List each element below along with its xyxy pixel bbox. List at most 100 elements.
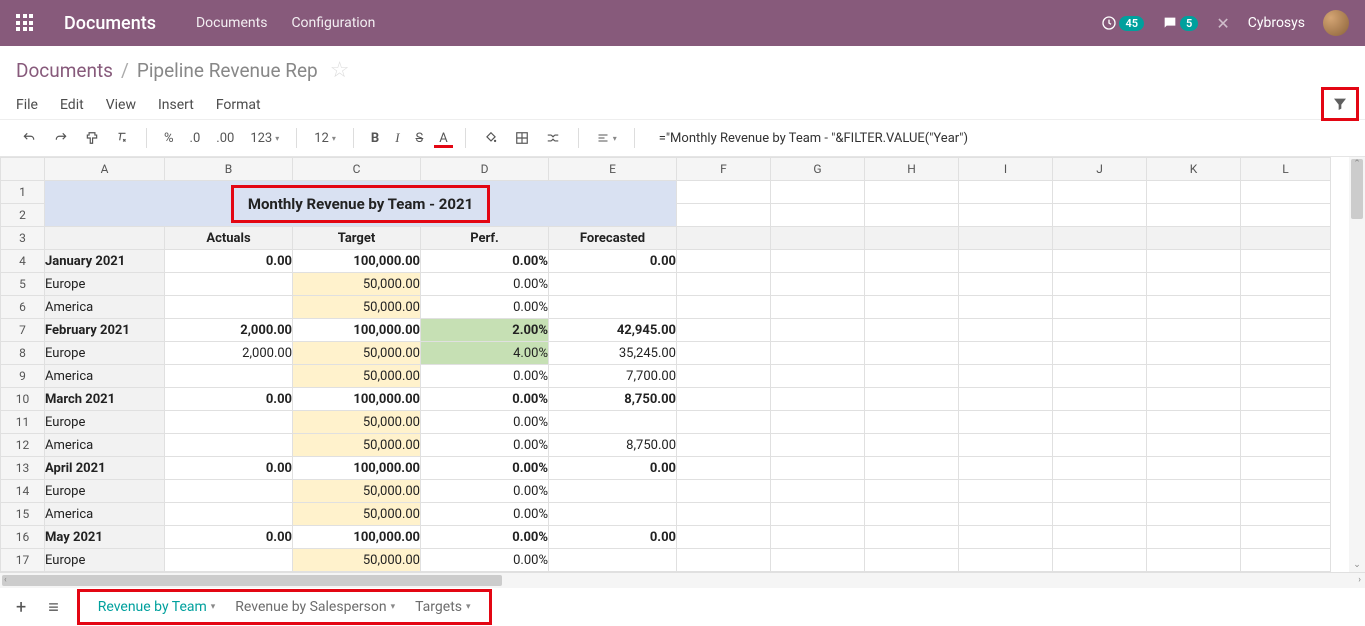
avatar[interactable] bbox=[1323, 10, 1349, 36]
cell[interactable] bbox=[549, 411, 677, 434]
cell[interactable]: 50,000.00 bbox=[293, 549, 421, 572]
cell[interactable] bbox=[1241, 250, 1331, 273]
paint-format-icon[interactable] bbox=[80, 127, 104, 149]
cell[interactable]: 0.00% bbox=[421, 549, 549, 572]
row-header[interactable]: 4 bbox=[1, 250, 45, 273]
cell[interactable] bbox=[165, 296, 293, 319]
cell[interactable] bbox=[771, 319, 865, 342]
cell[interactable] bbox=[165, 273, 293, 296]
cell[interactable] bbox=[1053, 457, 1147, 480]
col-header[interactable]: E bbox=[549, 158, 677, 181]
cell[interactable] bbox=[771, 503, 865, 526]
cell[interactable] bbox=[1053, 204, 1147, 227]
row-header[interactable]: 5 bbox=[1, 273, 45, 296]
cell[interactable] bbox=[677, 480, 771, 503]
cell[interactable]: 50,000.00 bbox=[293, 365, 421, 388]
cell[interactable] bbox=[865, 250, 959, 273]
row-header[interactable]: 3 bbox=[1, 227, 45, 250]
cell[interactable] bbox=[959, 273, 1053, 296]
cell[interactable] bbox=[771, 526, 865, 549]
cell[interactable] bbox=[771, 434, 865, 457]
cell[interactable]: 2,000.00 bbox=[165, 342, 293, 365]
row-header[interactable]: 15 bbox=[1, 503, 45, 526]
cell[interactable] bbox=[549, 549, 677, 572]
col-header[interactable]: F bbox=[677, 158, 771, 181]
cell[interactable] bbox=[959, 204, 1053, 227]
column-header-cell[interactable] bbox=[959, 227, 1053, 250]
cell[interactable]: 2,000.00 bbox=[165, 319, 293, 342]
cell[interactable]: Europe bbox=[45, 342, 165, 365]
cell[interactable]: 0.00% bbox=[421, 526, 549, 549]
cell[interactable] bbox=[1147, 503, 1241, 526]
corner-cell[interactable] bbox=[1, 158, 45, 181]
cell[interactable]: 50,000.00 bbox=[293, 411, 421, 434]
column-header-cell[interactable]: Forecasted bbox=[549, 227, 677, 250]
cell[interactable] bbox=[865, 273, 959, 296]
cell[interactable] bbox=[677, 434, 771, 457]
column-header-cell[interactable] bbox=[677, 227, 771, 250]
row-header[interactable]: 1 bbox=[1, 181, 45, 204]
cell[interactable]: 0.00 bbox=[165, 388, 293, 411]
apps-icon[interactable] bbox=[16, 14, 34, 32]
cell[interactable] bbox=[677, 549, 771, 572]
cell[interactable] bbox=[771, 480, 865, 503]
cell[interactable]: America bbox=[45, 365, 165, 388]
column-header-cell[interactable]: Actuals bbox=[165, 227, 293, 250]
cell[interactable]: 50,000.00 bbox=[293, 503, 421, 526]
column-header-cell[interactable] bbox=[1147, 227, 1241, 250]
cell[interactable] bbox=[1147, 434, 1241, 457]
cell[interactable] bbox=[959, 388, 1053, 411]
row-header[interactable]: 17 bbox=[1, 549, 45, 572]
cell[interactable] bbox=[165, 480, 293, 503]
cell[interactable] bbox=[549, 273, 677, 296]
row-header[interactable]: 7 bbox=[1, 319, 45, 342]
italic-button[interactable]: I bbox=[390, 126, 404, 150]
col-header[interactable]: J bbox=[1053, 158, 1147, 181]
cell[interactable] bbox=[1241, 457, 1331, 480]
cell[interactable] bbox=[865, 434, 959, 457]
cell[interactable] bbox=[959, 365, 1053, 388]
cell[interactable] bbox=[865, 342, 959, 365]
col-header[interactable]: D bbox=[421, 158, 549, 181]
tab-targets[interactable]: Targets▾ bbox=[405, 593, 480, 621]
nav-documents[interactable]: Documents bbox=[196, 15, 267, 31]
merge-icon[interactable] bbox=[540, 127, 566, 149]
column-header-cell[interactable]: Target bbox=[293, 227, 421, 250]
cell[interactable] bbox=[959, 181, 1053, 204]
cell[interactable]: 0.00% bbox=[421, 365, 549, 388]
decimal-inc-button[interactable]: .00 bbox=[211, 127, 239, 150]
cell[interactable] bbox=[1053, 388, 1147, 411]
cell[interactable] bbox=[1241, 319, 1331, 342]
cell[interactable] bbox=[1053, 273, 1147, 296]
cell[interactable] bbox=[549, 503, 677, 526]
cell[interactable]: 0.00% bbox=[421, 411, 549, 434]
add-sheet-icon[interactable]: + bbox=[12, 597, 30, 618]
menu-format[interactable]: Format bbox=[216, 97, 261, 113]
cell[interactable] bbox=[771, 273, 865, 296]
cell[interactable]: 35,245.00 bbox=[549, 342, 677, 365]
clear-format-icon[interactable] bbox=[110, 127, 134, 149]
cell[interactable]: 100,000.00 bbox=[293, 526, 421, 549]
cell[interactable] bbox=[959, 250, 1053, 273]
cell[interactable]: 0.00% bbox=[421, 457, 549, 480]
cell[interactable] bbox=[1147, 319, 1241, 342]
cell[interactable] bbox=[677, 388, 771, 411]
cell[interactable] bbox=[771, 549, 865, 572]
cell[interactable] bbox=[959, 434, 1053, 457]
cell[interactable]: 0.00% bbox=[421, 296, 549, 319]
col-header[interactable]: K bbox=[1147, 158, 1241, 181]
row-header[interactable]: 14 bbox=[1, 480, 45, 503]
cell[interactable] bbox=[677, 503, 771, 526]
cell[interactable] bbox=[771, 181, 865, 204]
cell[interactable] bbox=[677, 250, 771, 273]
cell[interactable]: 0.00 bbox=[549, 250, 677, 273]
cell[interactable] bbox=[1241, 342, 1331, 365]
row-header[interactable]: 13 bbox=[1, 457, 45, 480]
horizontal-scrollbar[interactable]: ‹› bbox=[0, 572, 1365, 588]
cell[interactable]: February 2021 bbox=[45, 319, 165, 342]
cell[interactable] bbox=[1053, 480, 1147, 503]
strike-button[interactable]: S bbox=[411, 127, 429, 150]
fill-color-icon[interactable] bbox=[478, 127, 504, 149]
row-header[interactable]: 12 bbox=[1, 434, 45, 457]
cell[interactable] bbox=[771, 411, 865, 434]
